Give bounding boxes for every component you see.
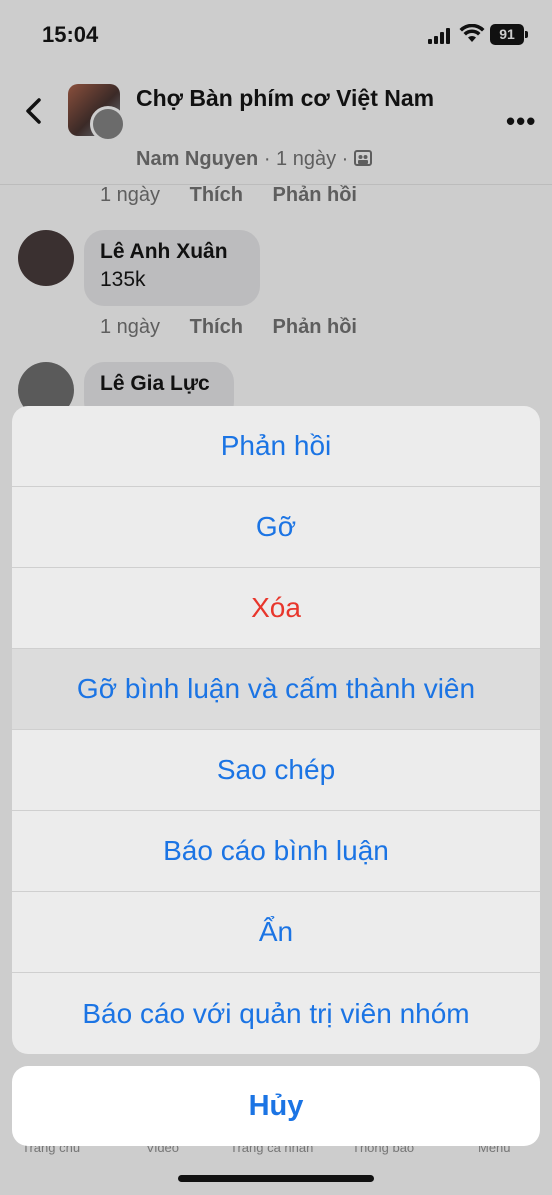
- signal-icon: [428, 28, 452, 44]
- status-bar: 15:04 91: [0, 0, 552, 70]
- group-avatar[interactable]: [68, 84, 126, 142]
- commenter-name[interactable]: Lê Gia Lực: [100, 372, 218, 396]
- remove-option[interactable]: Gỡ: [12, 487, 540, 568]
- like-link[interactable]: Thích: [190, 184, 243, 206]
- author-name[interactable]: Nam Nguyen: [136, 148, 258, 170]
- reply-link[interactable]: Phản hồi: [273, 316, 357, 338]
- report-to-admin-option[interactable]: Báo cáo với quản trị viên nhóm: [12, 973, 540, 1054]
- report-comment-option[interactable]: Báo cáo bình luận: [12, 811, 540, 892]
- battery-icon: 91: [490, 24, 528, 45]
- post-meta: Nam Nguyen · 1 ngày ·: [136, 148, 372, 171]
- group-title[interactable]: Chợ Bàn phím cơ Việt Nam: [136, 84, 436, 113]
- comment-text: 135k: [100, 268, 146, 291]
- commenter-avatar[interactable]: [18, 230, 74, 286]
- copy-option[interactable]: Sao chép: [12, 730, 540, 811]
- reply-link[interactable]: Phản hồi: [273, 184, 357, 206]
- author-avatar: [90, 106, 126, 142]
- remove-and-ban-option[interactable]: Gỡ bình luận và cấm thành viên: [12, 649, 540, 730]
- like-link[interactable]: Thích: [190, 316, 243, 338]
- post-time: 1 ngày: [276, 148, 337, 170]
- comment-bubble[interactable]: Lê Anh Xuân 135k: [84, 230, 260, 306]
- comment-actions: 1 ngày Thích Phản hồi: [100, 184, 381, 207]
- post-header: Chợ Bàn phím cơ Việt Nam Nam Nguyen · 1 …: [0, 76, 552, 186]
- hide-option[interactable]: Ẩn: [12, 892, 540, 973]
- reply-option[interactable]: Phản hồi: [12, 406, 540, 487]
- delete-option[interactable]: Xóa: [12, 568, 540, 649]
- more-options-icon[interactable]: •••: [506, 106, 536, 137]
- comment-actions: 1 ngày Thích Phản hồi: [100, 316, 381, 339]
- comment-time: 1 ngày: [100, 316, 161, 338]
- status-time: 15:04: [42, 22, 99, 47]
- comment-time: 1 ngày: [100, 184, 161, 206]
- action-sheet: Phản hồi Gỡ Xóa Gỡ bình luận và cấm thàn…: [12, 406, 540, 1054]
- commenter-name[interactable]: Lê Anh Xuân: [100, 240, 244, 264]
- cancel-button[interactable]: Hủy: [12, 1066, 540, 1146]
- wifi-icon: [459, 24, 485, 42]
- back-arrow-icon[interactable]: [22, 96, 46, 126]
- home-indicator: [178, 1175, 374, 1182]
- group-privacy-icon: [353, 150, 372, 166]
